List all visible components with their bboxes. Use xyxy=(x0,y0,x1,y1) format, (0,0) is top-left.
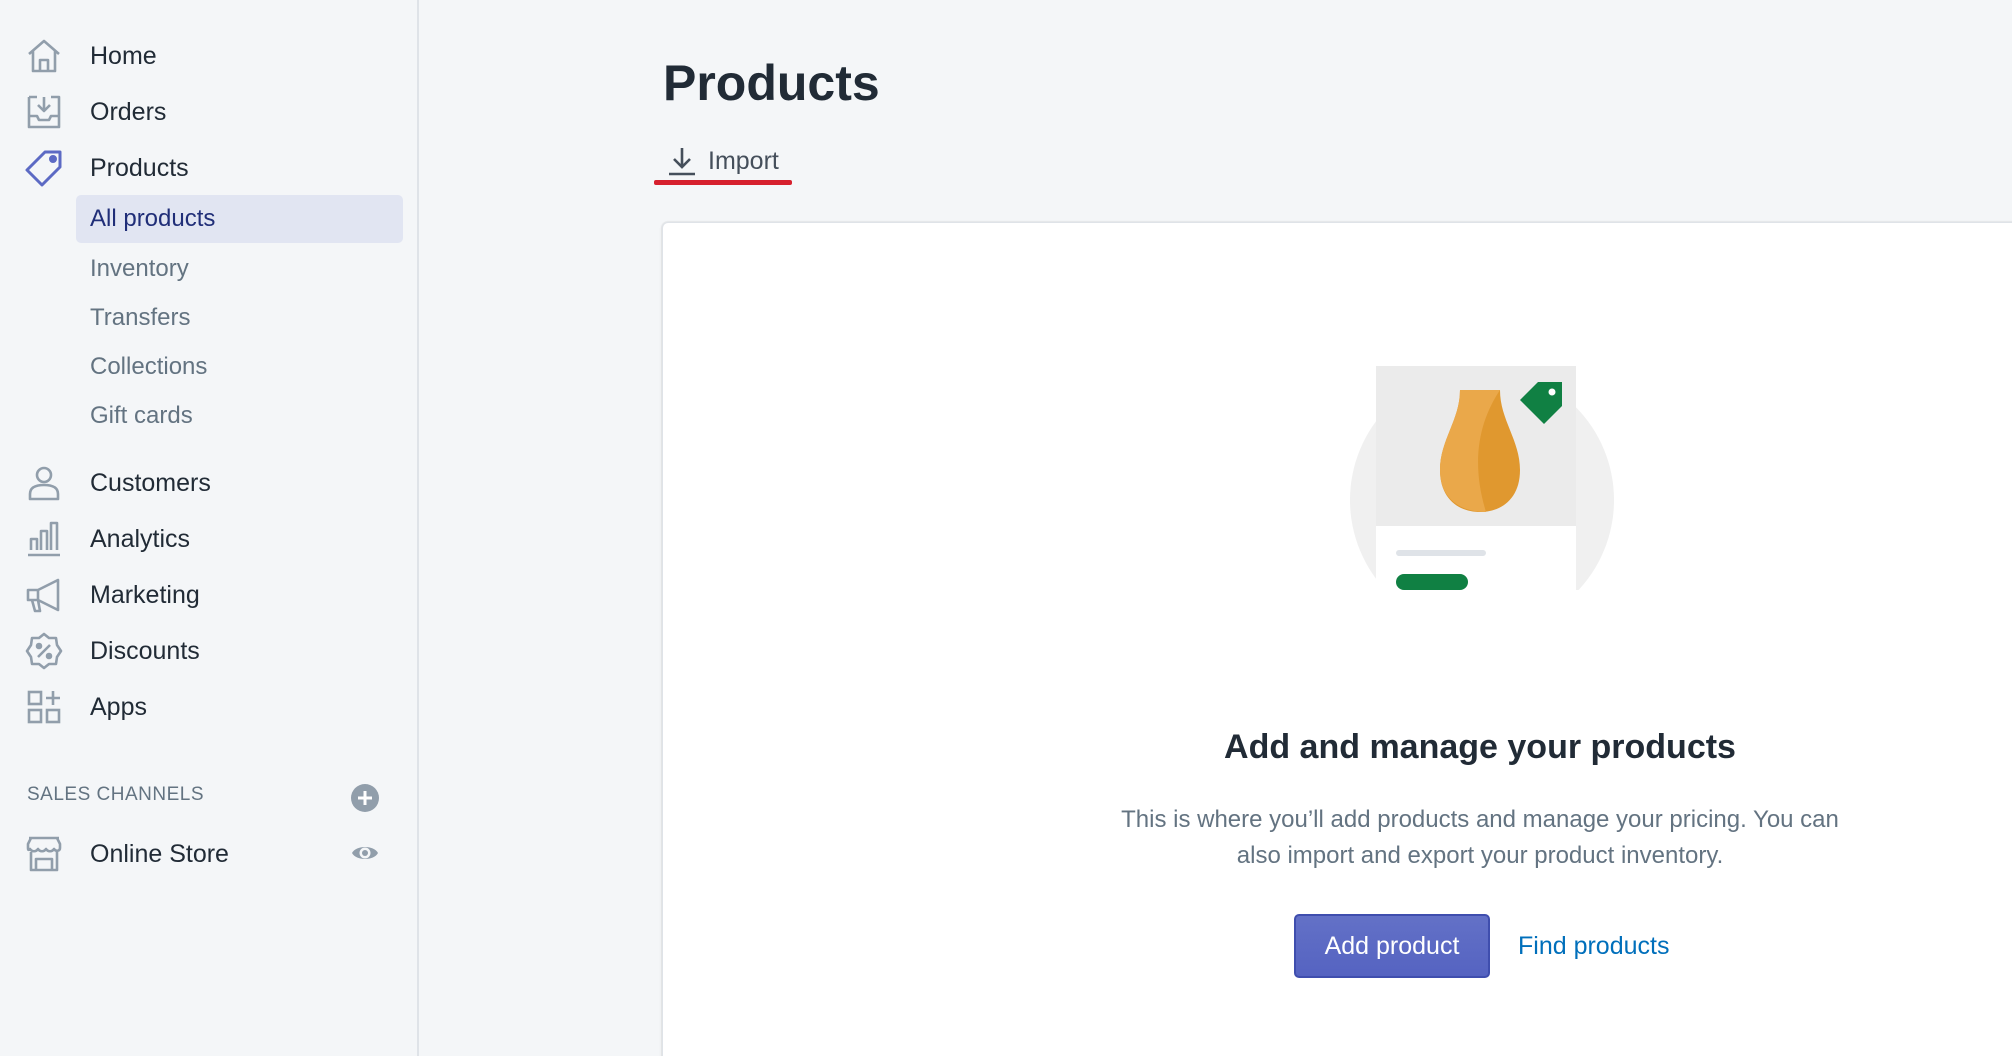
store-icon xyxy=(24,834,64,874)
empty-state-heading: Add and manage your products xyxy=(1224,728,1736,766)
sidebar-item-home[interactable]: Home xyxy=(0,30,419,82)
home-icon xyxy=(24,36,64,76)
import-button[interactable]: Import xyxy=(654,136,791,186)
subnav-gift-cards[interactable]: Gift cards xyxy=(76,392,403,440)
import-underline xyxy=(654,180,792,185)
sidebar-item-label: Home xyxy=(90,41,157,70)
sidebar-item-analytics[interactable]: Analytics xyxy=(0,513,419,565)
subnav-collections[interactable]: Collections xyxy=(76,343,403,391)
add-sales-channel-icon[interactable] xyxy=(350,783,380,813)
sidebar-item-label: Analytics xyxy=(90,524,191,553)
subnav-inventory[interactable]: Inventory xyxy=(76,245,403,293)
tag-icon xyxy=(24,148,64,188)
download-icon xyxy=(666,145,708,177)
subnav-label: Gift cards xyxy=(90,402,193,429)
find-products-link[interactable]: Find products xyxy=(1506,914,1681,978)
sidebar-item-label: Orders xyxy=(90,97,167,126)
discount-icon xyxy=(24,631,64,671)
subnav-all-products[interactable]: All products xyxy=(76,195,403,243)
subnav-label: Transfers xyxy=(90,304,191,331)
product-illustration xyxy=(1350,360,1614,632)
sidebar-item-customers[interactable]: Customers xyxy=(0,457,419,509)
page-title: Products xyxy=(663,55,880,111)
subnav-transfers[interactable]: Transfers xyxy=(76,294,403,342)
add-product-button[interactable]: Add product xyxy=(1294,914,1490,978)
orders-icon xyxy=(24,92,64,132)
sidebar: Home Orders Products All products Invent… xyxy=(0,0,419,1056)
sidebar-item-apps[interactable]: Apps xyxy=(0,681,419,733)
subnav-label: Collections xyxy=(90,353,208,380)
empty-state-description: This is where you’ll add products and ma… xyxy=(1121,806,1839,869)
person-icon xyxy=(24,463,64,503)
sidebar-item-label: Marketing xyxy=(90,580,200,609)
sales-channels-heading: SALES CHANNELS xyxy=(27,784,205,805)
sidebar-item-products[interactable]: Products xyxy=(0,142,419,194)
eye-icon[interactable] xyxy=(350,838,380,868)
bar-chart-icon xyxy=(24,519,64,559)
sidebar-item-orders[interactable]: Orders xyxy=(0,86,419,138)
sidebar-item-label: Customers xyxy=(90,468,211,497)
subnav-label: All products xyxy=(90,205,216,232)
sidebar-item-discounts[interactable]: Discounts xyxy=(0,625,419,677)
subnav-label: Inventory xyxy=(90,255,189,282)
apps-icon xyxy=(24,687,64,727)
sidebar-item-label: Discounts xyxy=(90,636,200,665)
sidebar-item-label: Products xyxy=(90,153,189,182)
megaphone-icon xyxy=(24,575,64,615)
sidebar-item-label: Apps xyxy=(90,692,147,721)
sidebar-item-marketing[interactable]: Marketing xyxy=(0,569,419,621)
import-label: Import xyxy=(708,146,779,175)
sidebar-item-label: Online Store xyxy=(90,839,229,868)
